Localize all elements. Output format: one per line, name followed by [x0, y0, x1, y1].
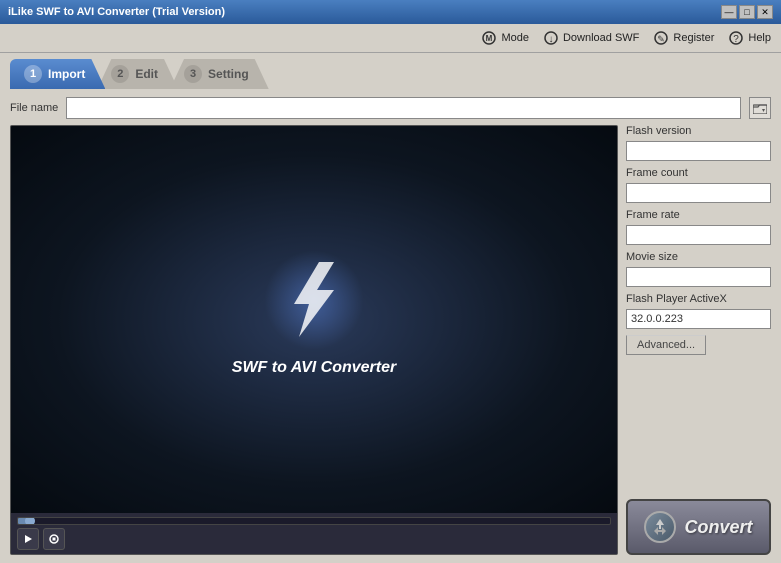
restore-button[interactable]: □ — [739, 5, 755, 19]
svg-text:?: ? — [734, 34, 740, 45]
movie-size-section: Movie size — [626, 251, 771, 287]
main-window: M Mode ↓ Download SWF ✎ Register ? Help … — [0, 24, 781, 563]
help-button[interactable]: ? Help — [728, 30, 771, 46]
register-icon: ✎ — [653, 30, 669, 46]
tab-edit-num: 2 — [111, 65, 129, 83]
video-area: SWF to AVI Converter — [11, 126, 617, 513]
help-icon: ? — [728, 30, 744, 46]
play-button[interactable] — [17, 528, 39, 550]
download-swf-button[interactable]: ↓ Download SWF — [543, 30, 639, 46]
close-button[interactable]: ✕ — [757, 5, 773, 19]
tab-setting-label: Setting — [208, 67, 249, 81]
flash-version-label: Flash version — [626, 125, 771, 137]
movie-size-input[interactable] — [626, 267, 771, 287]
title-bar-buttons: — □ ✕ — [721, 5, 773, 19]
mode-label: Mode — [501, 32, 529, 44]
tab-import-num: 1 — [24, 65, 42, 83]
register-label: Register — [673, 32, 714, 44]
convert-icon — [644, 511, 676, 543]
progress-bar[interactable] — [17, 517, 611, 525]
file-name-label: File name — [10, 102, 58, 114]
minimize-button[interactable]: — — [721, 5, 737, 19]
register-button[interactable]: ✎ Register — [653, 30, 714, 46]
flash-player-section: Flash Player ActiveX — [626, 293, 771, 329]
svg-text:M: M — [486, 34, 493, 43]
mode-button[interactable]: M Mode — [481, 30, 529, 46]
svg-text:↓: ↓ — [548, 34, 553, 45]
stop-button[interactable] — [43, 528, 65, 550]
convert-button[interactable]: Convert — [626, 499, 771, 555]
frame-count-section: Frame count — [626, 167, 771, 203]
flash-player-input[interactable] — [626, 309, 771, 329]
video-title: SWF to AVI Converter — [232, 359, 396, 377]
flash-icon — [284, 262, 344, 351]
flash-player-label: Flash Player ActiveX — [626, 293, 771, 305]
mode-icon: M — [481, 30, 497, 46]
title-bar: iLike SWF to AVI Converter (Trial Versio… — [0, 0, 781, 24]
panels: SWF to AVI Converter — [10, 125, 771, 555]
svg-text:✎: ✎ — [658, 34, 666, 44]
flash-version-section: Flash version — [626, 125, 771, 161]
video-panel: SWF to AVI Converter — [10, 125, 618, 555]
progress-handle[interactable] — [25, 517, 35, 525]
tab-setting[interactable]: 3 Setting — [170, 59, 269, 89]
video-controls — [11, 513, 617, 554]
tab-edit-label: Edit — [135, 67, 158, 81]
movie-size-label: Movie size — [626, 251, 771, 263]
tab-setting-num: 3 — [184, 65, 202, 83]
help-label: Help — [748, 32, 771, 44]
frame-rate-label: Frame rate — [626, 209, 771, 221]
download-label: Download SWF — [563, 32, 639, 44]
right-panel: Flash version Frame count Frame rate Mov… — [626, 125, 771, 555]
file-name-row: File name — [10, 97, 771, 119]
flash-version-input[interactable] — [626, 141, 771, 161]
advanced-button[interactable]: Advanced... — [626, 335, 706, 355]
toolbar: M Mode ↓ Download SWF ✎ Register ? Help — [0, 24, 781, 53]
tab-import-label: Import — [48, 67, 85, 81]
controls-row — [17, 528, 611, 550]
frame-count-input[interactable] — [626, 183, 771, 203]
tabs-container: 1 Import 2 Edit 3 Setting — [0, 53, 781, 89]
tab-edit[interactable]: 2 Edit — [97, 59, 178, 89]
content-area: File name SWF to AVI Converter — [0, 89, 781, 563]
frame-rate-section: Frame rate — [626, 209, 771, 245]
frame-rate-input[interactable] — [626, 225, 771, 245]
file-name-input[interactable] — [66, 97, 741, 119]
download-icon: ↓ — [543, 30, 559, 46]
browse-button[interactable] — [749, 97, 771, 119]
window-title: iLike SWF to AVI Converter (Trial Versio… — [8, 6, 225, 18]
convert-label: Convert — [684, 517, 752, 538]
frame-count-label: Frame count — [626, 167, 771, 179]
tab-import[interactable]: 1 Import — [10, 59, 105, 89]
